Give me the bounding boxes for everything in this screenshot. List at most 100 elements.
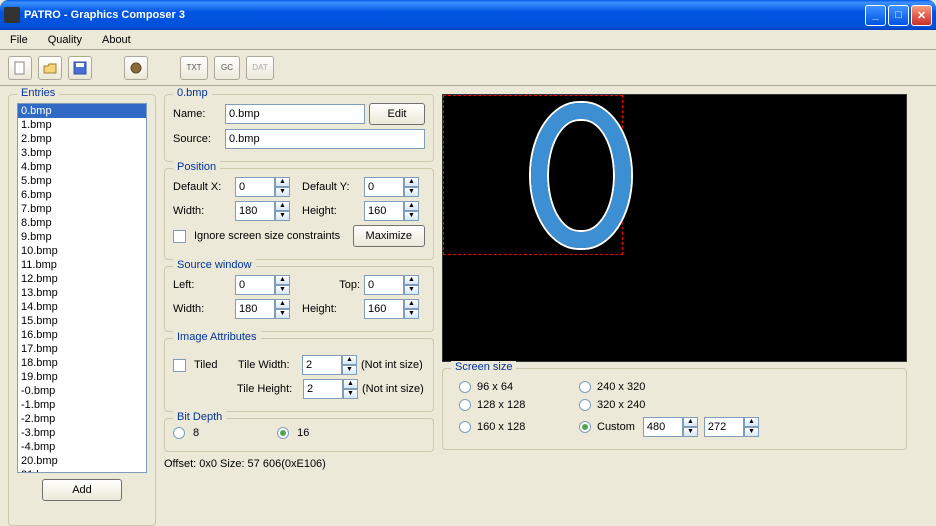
list-item[interactable]: 5.bmp — [18, 174, 146, 188]
entries-listbox[interactable]: 0.bmp1.bmp2.bmp3.bmp4.bmp5.bmp6.bmp7.bmp… — [17, 103, 147, 473]
ignore-checkbox[interactable] — [173, 230, 186, 243]
ss-240x320-radio[interactable] — [579, 381, 591, 393]
ss-96x64-label: 96 x 64 — [477, 381, 513, 393]
list-item[interactable]: 19.bmp — [18, 370, 146, 384]
maximize-button[interactable]: Maximize — [353, 225, 425, 247]
posheight-spinner[interactable]: ▲▼ — [364, 201, 419, 221]
list-item[interactable]: -1.bmp — [18, 398, 146, 412]
list-item[interactable]: 3.bmp — [18, 146, 146, 160]
name-label: Name: — [173, 108, 221, 120]
menubar: File Quality About — [0, 30, 936, 50]
gc-button[interactable]: GC — [214, 56, 240, 80]
list-item[interactable]: 10.bmp — [18, 244, 146, 258]
ss-128x128-label: 128 x 128 — [477, 399, 525, 411]
titlebar: PATRO - Graphics Composer 3 _ □ ✕ — [0, 0, 936, 30]
close-button[interactable]: ✕ — [911, 5, 932, 26]
preview-canvas[interactable] — [442, 94, 907, 362]
defy-label: Default Y: — [302, 181, 360, 193]
menu-about[interactable]: About — [98, 32, 135, 48]
add-button[interactable]: Add — [42, 479, 122, 501]
offset-text: Offset: 0x0 Size: 57 606(0xE106) — [164, 458, 434, 470]
list-item[interactable]: 2.bmp — [18, 132, 146, 146]
poswidth-label: Width: — [173, 205, 231, 217]
list-item[interactable]: 11.bmp — [18, 258, 146, 272]
bitdepth-16-radio[interactable] — [277, 427, 289, 439]
list-item[interactable]: -2.bmp — [18, 412, 146, 426]
edit-button[interactable]: Edit — [369, 103, 425, 125]
ss-240x320-label: 240 x 320 — [597, 381, 645, 393]
save-icon[interactable] — [68, 56, 92, 80]
bitdepth-8-label: 8 — [193, 427, 199, 439]
bitdepth-legend: Bit Depth — [173, 411, 226, 423]
screensize-legend: Screen size — [451, 361, 516, 373]
new-doc-icon[interactable] — [8, 56, 32, 80]
list-item[interactable]: 14.bmp — [18, 300, 146, 314]
ss-320x240-label: 320 x 240 — [597, 399, 645, 411]
open-icon[interactable] — [38, 56, 62, 80]
source-input[interactable] — [225, 129, 425, 149]
list-item[interactable]: 13.bmp — [18, 286, 146, 300]
list-item[interactable]: 9.bmp — [18, 230, 146, 244]
source-label: Source: — [173, 133, 221, 145]
list-item[interactable]: 17.bmp — [18, 342, 146, 356]
srcwidth-spinner[interactable]: ▲▼ — [235, 299, 290, 319]
list-item[interactable]: 18.bmp — [18, 356, 146, 370]
name-input[interactable] — [225, 104, 365, 124]
srctop-spinner[interactable]: ▲▼ — [364, 275, 419, 295]
list-item[interactable]: 21.bmp — [18, 468, 146, 473]
ss-160x128-radio[interactable] — [459, 421, 471, 433]
position-legend: Position — [173, 161, 220, 173]
ss-160x128-label: 160 x 128 — [477, 421, 525, 433]
th-note: (Not int size) — [362, 383, 424, 395]
list-item[interactable]: 8.bmp — [18, 216, 146, 230]
list-item[interactable]: 12.bmp — [18, 272, 146, 286]
poswidth-spinner[interactable]: ▲▼ — [235, 201, 290, 221]
tw-spinner[interactable]: ▲▼ — [302, 355, 357, 375]
list-item[interactable]: 16.bmp — [18, 328, 146, 342]
ignore-label: Ignore screen size constraints — [194, 230, 340, 242]
list-item[interactable]: 15.bmp — [18, 314, 146, 328]
maximize-button[interactable]: □ — [888, 5, 909, 26]
bitdepth-16-label: 16 — [297, 427, 309, 439]
dat-button[interactable]: DAT — [246, 56, 274, 80]
list-item[interactable]: 1.bmp — [18, 118, 146, 132]
ss-320x240-radio[interactable] — [579, 399, 591, 411]
srcheight-spinner[interactable]: ▲▼ — [364, 299, 419, 319]
list-item[interactable]: 0.bmp — [18, 104, 146, 118]
list-item[interactable]: 20.bmp — [18, 454, 146, 468]
ss-128x128-radio[interactable] — [459, 399, 471, 411]
srctop-label: Top: — [302, 279, 360, 291]
ss-96x64-radio[interactable] — [459, 381, 471, 393]
srcleft-spinner[interactable]: ▲▼ — [235, 275, 290, 295]
srcwidth-label: Width: — [173, 303, 231, 315]
menu-file[interactable]: File — [6, 32, 32, 48]
defy-spinner[interactable]: ▲▼ — [364, 177, 419, 197]
list-item[interactable]: 6.bmp — [18, 188, 146, 202]
defx-label: Default X: — [173, 181, 231, 193]
posheight-label: Height: — [302, 205, 360, 217]
gear-icon[interactable] — [124, 56, 148, 80]
list-item[interactable]: -0.bmp — [18, 384, 146, 398]
bitdepth-8-radio[interactable] — [173, 427, 185, 439]
custom-w-spinner[interactable]: ▲▼ — [643, 417, 698, 437]
defx-spinner[interactable]: ▲▼ — [235, 177, 290, 197]
list-item[interactable]: 4.bmp — [18, 160, 146, 174]
tiled-label: Tiled — [194, 359, 234, 371]
txt-button[interactable]: TXT — [180, 56, 208, 80]
menu-quality[interactable]: Quality — [44, 32, 86, 48]
ss-custom-label: Custom — [597, 421, 635, 433]
th-spinner[interactable]: ▲▼ — [303, 379, 358, 399]
list-item[interactable]: 7.bmp — [18, 202, 146, 216]
srcwin-legend: Source window — [173, 259, 256, 271]
th-label: Tile Height: — [237, 383, 299, 395]
tiled-checkbox[interactable] — [173, 359, 186, 372]
list-item[interactable]: -4.bmp — [18, 440, 146, 454]
custom-h-spinner[interactable]: ▲▼ — [704, 417, 759, 437]
app-icon — [4, 7, 20, 23]
tw-note: (Not int size) — [361, 359, 423, 371]
file-legend: 0.bmp — [173, 87, 212, 99]
window-title: PATRO - Graphics Composer 3 — [24, 9, 865, 21]
minimize-button[interactable]: _ — [865, 5, 886, 26]
ss-custom-radio[interactable] — [579, 421, 591, 433]
list-item[interactable]: -3.bmp — [18, 426, 146, 440]
